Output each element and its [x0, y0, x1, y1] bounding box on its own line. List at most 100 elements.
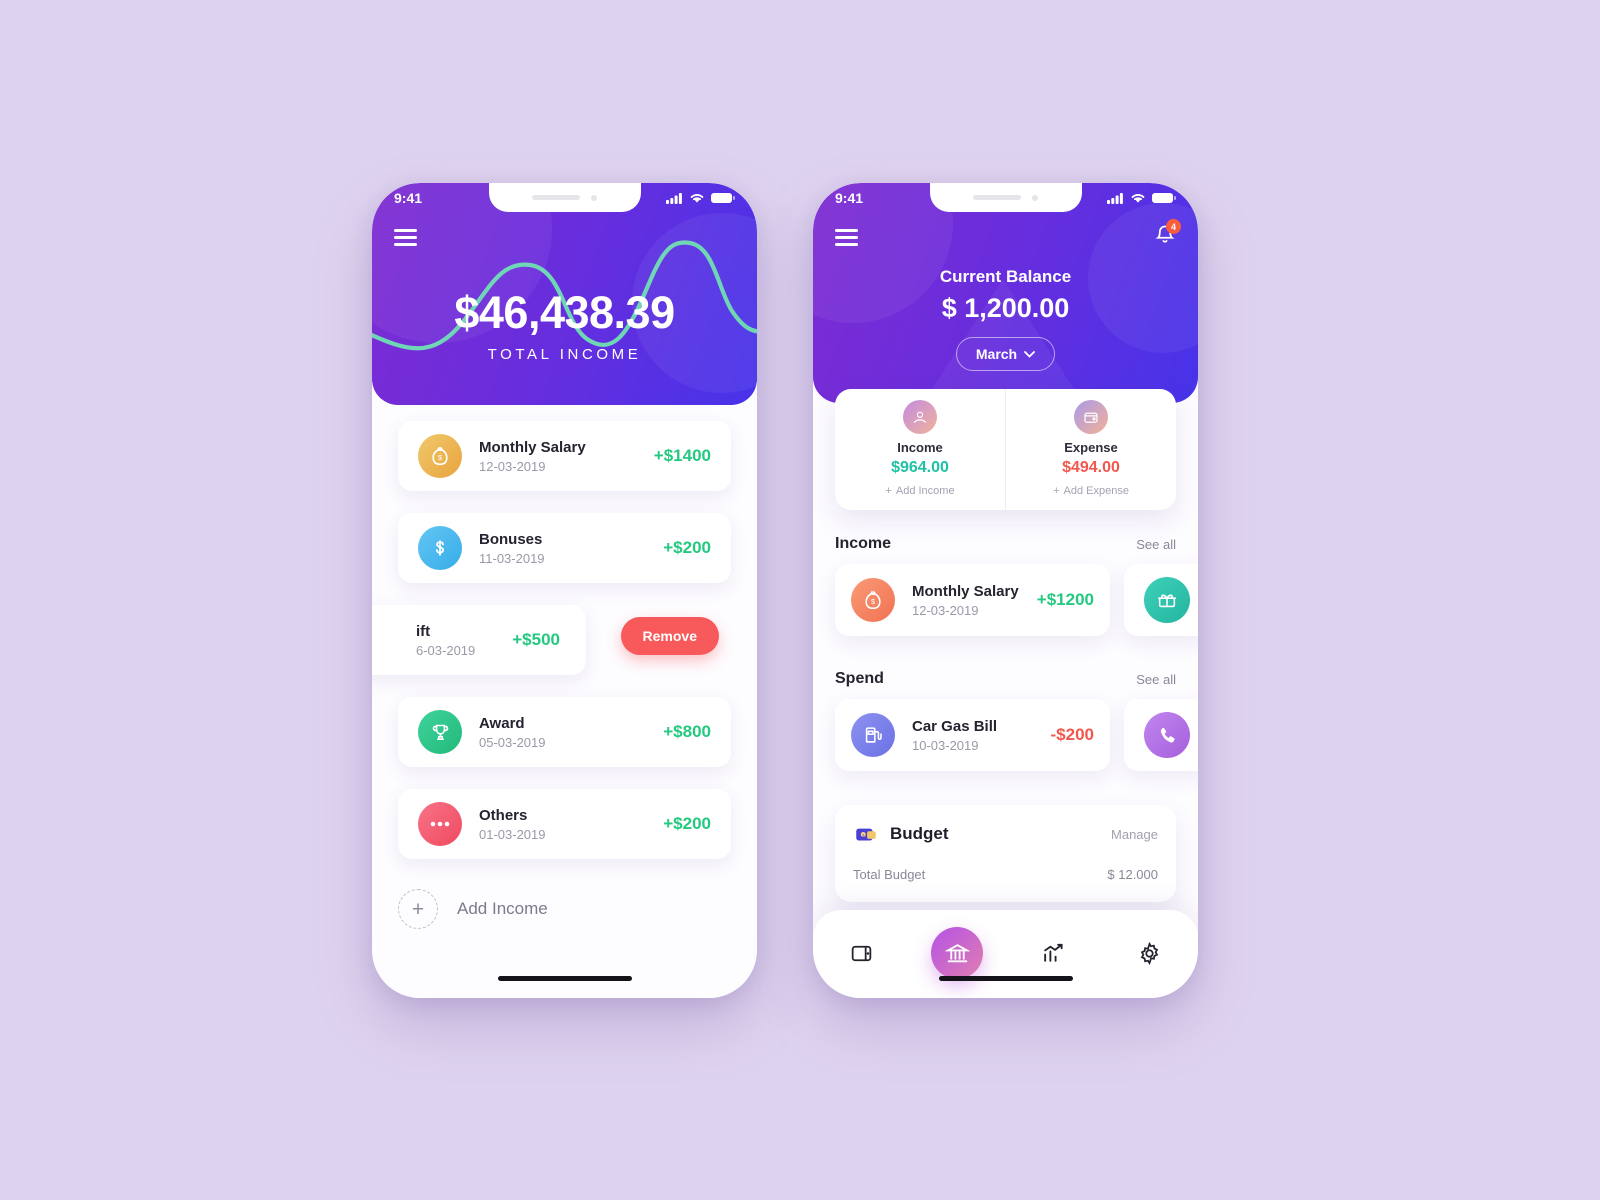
section-title: Income	[835, 535, 892, 552]
income-hand-coin-icon	[903, 400, 937, 434]
balance-block: Current Balance $ 1,200.00 March	[813, 267, 1198, 371]
transaction-date: 6-03-2019	[416, 642, 476, 658]
money-bag-icon: $	[851, 578, 895, 622]
hamburger-menu-icon[interactable]	[835, 228, 858, 246]
battery-icon	[711, 193, 735, 203]
transaction-date: 12-03-2019	[479, 458, 546, 474]
transaction-title: Others	[479, 806, 528, 824]
hamburger-menu-icon[interactable]	[394, 228, 417, 246]
income-side-card[interactable]	[1124, 564, 1198, 636]
transaction-amount: +$1400	[653, 446, 711, 465]
table-row[interactable]: Bonuses 11-03-2019 +$200	[398, 513, 731, 583]
hero-text-block: $46,438.39 TOTAL INCOME	[372, 287, 757, 363]
table-row[interactable]: Award 05-03-2019 +$800	[398, 697, 731, 767]
front-camera-dot	[591, 194, 597, 201]
dollar-sign-icon	[418, 526, 462, 570]
swiped-card-content: ift 6-03-2019 +$500	[372, 605, 586, 675]
trophy-icon	[418, 710, 462, 754]
summary-income: Income $964.00 + Add Income	[835, 389, 1005, 510]
home-indicator	[938, 976, 1073, 981]
row-text: Monthly Salary 12-03-2019	[479, 439, 654, 474]
transaction-amount: +$800	[663, 722, 711, 741]
budget-title-group: $ Budget	[853, 821, 949, 847]
notification-badge: 4	[1166, 219, 1181, 234]
screenshot-canvas: $46,438.39 TOTAL INCOME 9:41 $ Monthly S…	[0, 0, 1600, 1200]
add-income-button[interactable]: + Add Income	[885, 485, 954, 497]
see-all-link[interactable]: See all	[1136, 537, 1176, 552]
battery-icon	[1152, 193, 1176, 203]
chevron-down-icon	[1024, 350, 1036, 358]
spend-side-card[interactable]	[1124, 699, 1198, 771]
table-row[interactable]: Car Gas Bill 10-03-2019 -$200	[835, 699, 1110, 771]
expense-wallet-icon	[1074, 400, 1108, 434]
gift-icon	[1144, 577, 1190, 623]
row-text: ift 6-03-2019	[416, 623, 512, 658]
row-text: Award 05-03-2019	[479, 715, 663, 750]
table-row[interactable]: $ Monthly Salary 12-03-2019 +$1400	[398, 421, 731, 491]
add-expense-label: Add Expense	[1063, 485, 1129, 497]
row-text: Others 01-03-2019	[479, 807, 663, 842]
tab-wallet[interactable]	[835, 927, 887, 979]
row-text: Bonuses 11-03-2019	[479, 531, 663, 566]
status-time: 9:41	[394, 190, 423, 206]
table-row[interactable]: Others 01-03-2019 +$200	[398, 789, 731, 859]
plus-icon: +	[885, 485, 892, 497]
total-income-label: TOTAL INCOME	[487, 346, 642, 363]
budget-title: Budget	[890, 824, 949, 843]
top-bar-right: 4	[813, 213, 1198, 261]
table-row-swiped[interactable]: ift 6-03-2019 +$500 Remove	[372, 605, 731, 675]
manage-link[interactable]: Manage	[1111, 827, 1158, 842]
transaction-amount: -$200	[1050, 725, 1094, 744]
phone-left: $46,438.39 TOTAL INCOME 9:41 $ Monthly S…	[372, 183, 757, 998]
income-cards: $ Monthly Salary 12-03-2019 +$1200	[835, 564, 1198, 636]
transaction-title: Monthly Salary	[912, 582, 1019, 600]
speaker-grille	[532, 195, 580, 200]
tab-settings[interactable]	[1124, 927, 1176, 979]
screen-right: Current Balance $ 1,200.00 March 9:41 4 …	[813, 183, 1198, 998]
bottom-tab-bar	[813, 910, 1198, 998]
balance-label: Current Balance	[939, 267, 1072, 286]
balance-amount: $ 1,200.00	[941, 293, 1070, 323]
transaction-title: ift	[416, 622, 431, 640]
total-budget-label: Total Budget	[853, 867, 926, 882]
tab-statistics[interactable]	[1028, 927, 1080, 979]
summary-expense: Expense $494.00 + Add Expense	[1005, 389, 1176, 510]
summary-income-label: Income	[897, 440, 943, 455]
transaction-date: 11-03-2019	[479, 550, 545, 566]
summary-income-value: $964.00	[891, 459, 949, 476]
income-section-header: Income See all	[835, 535, 1176, 553]
budget-card: $ Budget Manage Total Budget $ 12.000	[835, 805, 1176, 902]
plus-icon: +	[1053, 485, 1060, 497]
add-income-label: Add Income	[457, 899, 548, 918]
transaction-title: Monthly Salary	[479, 438, 586, 456]
row-text: Car Gas Bill 10-03-2019	[912, 718, 1051, 753]
income-expense-summary-card: Income $964.00 + Add Income Expense $494…	[835, 389, 1176, 510]
notification-button[interactable]: 4	[1154, 219, 1181, 251]
home-indicator	[497, 976, 632, 981]
transaction-title: Bonuses	[479, 530, 543, 548]
cellular-signal-icon	[1107, 193, 1123, 204]
total-budget-value: $ 12.000	[1107, 867, 1158, 882]
table-row[interactable]: $ Monthly Salary 12-03-2019 +$1200	[835, 564, 1110, 636]
remove-button[interactable]: Remove	[620, 617, 719, 655]
transaction-amount: +$1200	[1036, 590, 1094, 609]
transaction-title: Car Gas Bill	[912, 717, 998, 735]
income-transaction-list: $ Monthly Salary 12-03-2019 +$1400 Bonus…	[372, 421, 757, 937]
section-title: Spend	[835, 670, 884, 687]
add-income-button[interactable]: + Add Income	[398, 881, 731, 937]
transaction-amount: +$500	[512, 630, 560, 649]
add-expense-button[interactable]: + Add Expense	[1053, 485, 1129, 497]
total-income-amount: $46,438.39	[454, 287, 675, 338]
wallet-money-icon: $	[856, 828, 876, 841]
see-all-link[interactable]: See all	[1136, 672, 1176, 687]
device-notch	[929, 183, 1082, 212]
tab-bank[interactable]	[931, 927, 984, 979]
ellipsis-icon	[418, 802, 462, 846]
summary-expense-value: $494.00	[1062, 459, 1120, 476]
spend-section: Spend See all Car Gas Bill 10-03-2019 -$…	[813, 670, 1198, 771]
spend-section-header: Spend See all	[835, 670, 1176, 688]
fuel-pump-icon	[851, 713, 895, 757]
front-camera-dot	[1032, 194, 1038, 201]
money-bag-icon: $	[418, 434, 462, 478]
month-selector[interactable]: March	[955, 337, 1056, 371]
